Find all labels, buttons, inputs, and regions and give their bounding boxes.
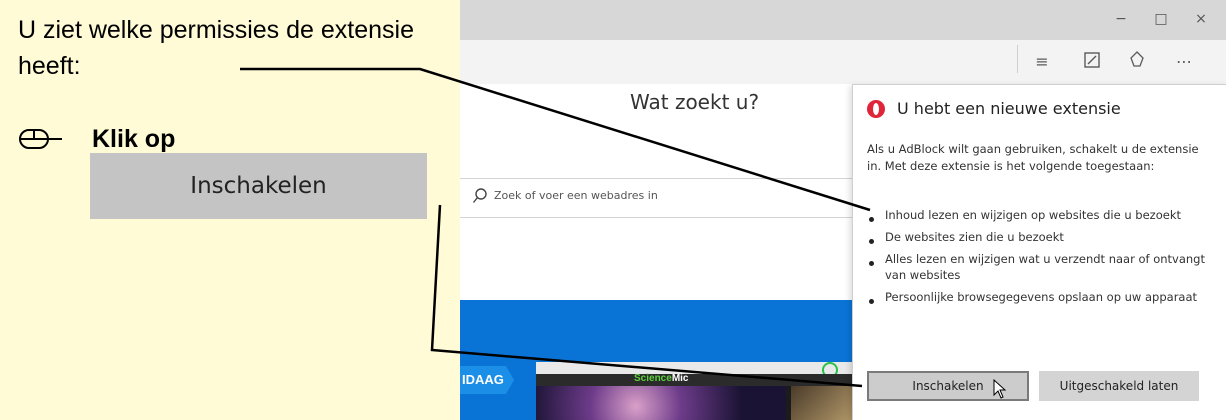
maximize-button[interactable]: □ — [1150, 8, 1172, 30]
keep-disabled-button[interactable]: Uitgeschakeld laten — [1039, 371, 1199, 401]
search-placeholder: Zoek of voer een webadres in — [494, 189, 658, 202]
mouse-icon — [19, 129, 62, 149]
bullet-icon — [869, 217, 874, 222]
toolbar-divider — [1017, 45, 1018, 73]
opera-icon — [867, 99, 885, 118]
permission-item: Persoonlijke browsegegevens opslaan op u… — [867, 289, 1217, 305]
bullet-icon — [869, 261, 874, 266]
permissions-instruction: U ziet welke permissies de extensie heef… — [18, 16, 414, 80]
permission-list: Inhoud lezen en wijzigen op websites die… — [867, 207, 1217, 311]
browser-toolbar: ≡ ⋯ — [460, 40, 1226, 84]
edge-browser-window: − □ × ≡ ⋯ Wat zoekt u? Zoek of voer een … — [460, 0, 1226, 420]
popup-header: U hebt een nieuwe extensie — [867, 99, 1121, 118]
click-instruction: Klik op — [18, 124, 175, 154]
thumbnail-image-side — [791, 386, 856, 420]
today-tag: IDAAG — [460, 366, 514, 394]
thumbnail-brand: ScienceMic — [634, 373, 688, 384]
permission-text: Inhoud lezen en wijzigen op websites die… — [885, 208, 1181, 222]
popup-button-row: Inschakelen Uitgeschakeld laten — [867, 371, 1199, 401]
search-icon — [472, 188, 487, 203]
permission-item: Alles lezen en wijzigen wat u verzendt n… — [867, 251, 1217, 283]
instruction-panel: U ziet welke permissies de extensie heef… — [0, 0, 460, 420]
permission-item: De websites zien die u bezoekt — [867, 229, 1217, 245]
thumbnail-brand-green: Science — [634, 373, 672, 384]
permission-text: Persoonlijke browsegegevens opslaan op u… — [885, 290, 1198, 304]
title-bar: − □ × — [460, 0, 1226, 40]
popup-title: U hebt een nieuwe extensie — [897, 99, 1121, 118]
newtab-heading: Wat zoekt u? — [630, 90, 760, 114]
permission-text: De websites zien die u bezoekt — [885, 230, 1064, 244]
thumbnail-nav — [536, 374, 856, 386]
close-button[interactable]: × — [1190, 8, 1212, 30]
hub-icon[interactable]: ≡ — [1030, 50, 1054, 74]
more-icon[interactable]: ⋯ — [1172, 50, 1196, 74]
web-note-icon[interactable] — [1080, 50, 1104, 74]
enable-extension-button[interactable]: Inschakelen — [867, 371, 1029, 401]
enable-button-label: Inschakelen — [912, 379, 984, 393]
inschakelen-button-illustration: Inschakelen — [90, 153, 427, 219]
extension-popup: U hebt een nieuwe extensie Als u AdBlock… — [852, 84, 1226, 420]
permission-item: Inhoud lezen en wijzigen op websites die… — [867, 207, 1217, 223]
address-search-box[interactable]: Zoek of voer een webadres in — [460, 178, 860, 218]
thumbnail-browser-bar — [536, 362, 856, 374]
bullet-icon — [869, 239, 874, 244]
bullet-icon — [869, 299, 874, 304]
thumbnail-brand-white: Mic — [671, 373, 689, 384]
permission-text: Alles lezen en wijzigen wat u verzendt n… — [885, 252, 1205, 282]
mouse-cursor-icon — [993, 379, 1007, 399]
minimize-button[interactable]: − — [1110, 8, 1132, 30]
thumbnail-image-nebula — [536, 386, 786, 420]
popup-description: Als u AdBlock wilt gaan gebruiken, schak… — [867, 142, 1199, 173]
news-thumbnail[interactable]: ScienceMic — [536, 362, 856, 420]
share-icon[interactable] — [1125, 50, 1149, 74]
click-label: Klik op — [92, 124, 176, 153]
